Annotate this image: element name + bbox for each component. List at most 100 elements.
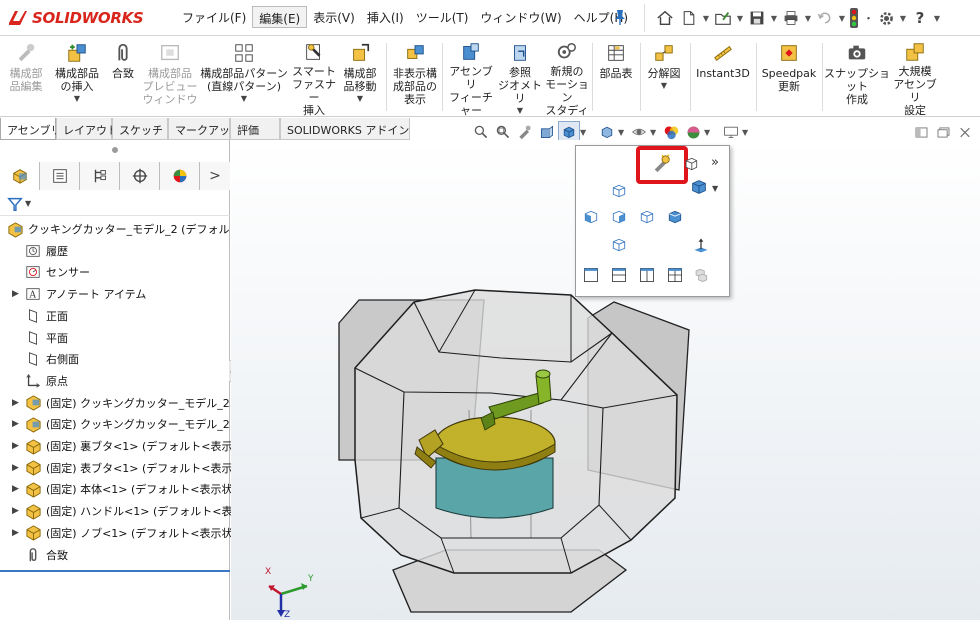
tree-node[interactable]: ▶ A アノテート アイテム: [12, 283, 146, 305]
expand-arrow-icon[interactable]: ▶: [12, 506, 24, 516]
menu-tools[interactable]: ツール(T): [410, 6, 475, 28]
two-view-vertical-icon[interactable]: [636, 264, 658, 286]
filter-dropdown-icon[interactable]: ▼: [25, 199, 31, 208]
new-motion-study-button[interactable]: 新規の モーション スタディ: [544, 41, 590, 117]
rebuild-traffic-light-icon[interactable]: [849, 8, 859, 28]
property-manager-tab[interactable]: [40, 162, 80, 190]
view-back-icon[interactable]: [608, 206, 630, 228]
tab-assembly[interactable]: アセンブリ: [0, 118, 61, 140]
bom-button[interactable]: 部品表: [594, 41, 638, 115]
pin-menu-icon[interactable]: [612, 8, 628, 26]
link-views-icon[interactable]: [690, 264, 712, 286]
help-question-icon[interactable]: ?: [908, 6, 932, 30]
close-document-icon[interactable]: [954, 124, 976, 140]
instant3d-button[interactable]: Instant3D: [692, 41, 754, 115]
undo-icon[interactable]: [813, 6, 837, 30]
show-hidden-components-button[interactable]: 非表示構 成部品の 表示: [390, 41, 440, 115]
tree-node[interactable]: ▶ (固定) 本体<1> (デフォルト<表示状態: [12, 478, 244, 500]
expand-arrow-icon[interactable]: ▶: [12, 419, 24, 429]
two-view-horizontal-icon[interactable]: [608, 264, 630, 286]
tree-node[interactable]: 右側面: [12, 348, 79, 370]
view-trimetric-icon[interactable]: [688, 176, 710, 198]
hide-show-dropdown-icon[interactable]: ▼: [650, 128, 660, 137]
tree-node[interactable]: 正面: [12, 305, 68, 327]
expand-arrow-icon[interactable]: ▶: [12, 289, 24, 299]
options-gear-icon[interactable]: [874, 6, 898, 30]
new-dropdown-icon[interactable]: ▼: [701, 14, 711, 23]
trimetric-dropdown-icon[interactable]: ▼: [712, 184, 718, 193]
expand-arrow-icon[interactable]: ▶: [12, 528, 24, 538]
tab-layout[interactable]: レイアウト: [56, 118, 118, 140]
expand-arrow-icon[interactable]: ▶: [12, 398, 24, 408]
view-right-icon[interactable]: [664, 206, 686, 228]
new-view-cube-icon[interactable]: [680, 153, 702, 175]
solidworks-logo[interactable]: SOLIDWORKS: [6, 4, 156, 32]
pane-splitter-handle[interactable]: [0, 140, 230, 160]
help-dropdown-icon[interactable]: ▼: [932, 14, 942, 23]
menu-edit[interactable]: 編集(E): [252, 6, 308, 28]
edit-component-button[interactable]: 構成部 品編集: [4, 41, 48, 115]
tree-node[interactable]: センサー: [12, 261, 90, 283]
tree-node[interactable]: 合致: [12, 544, 68, 566]
feature-manager-tab[interactable]: [0, 162, 40, 190]
tab-solidworks-addins[interactable]: SOLIDWORKS アドイン: [280, 118, 410, 140]
reference-geometry-dropdown-icon[interactable]: ▼: [517, 106, 523, 115]
options-dropdown-icon[interactable]: ▼: [898, 14, 908, 23]
more-tabs-chevron-icon[interactable]: >: [200, 162, 230, 190]
move-component-dropdown-icon[interactable]: ▼: [357, 94, 363, 103]
tab-evaluate[interactable]: 評価: [230, 118, 280, 140]
smart-fasteners-button[interactable]: スマート ファスナー 挿入: [292, 41, 336, 117]
flyout-more-icon[interactable]: »: [704, 151, 726, 173]
menu-window[interactable]: ウィンドウ(W): [474, 6, 567, 28]
tree-node[interactable]: ▶ (固定) ノブ<1> (デフォルト<表示状態-: [12, 522, 248, 544]
menu-view[interactable]: 表示(V): [307, 6, 361, 28]
save-icon[interactable]: [745, 6, 769, 30]
mate-button[interactable]: 合致: [106, 41, 140, 115]
move-component-button[interactable]: 構成部 品移動 ▼: [338, 41, 382, 115]
new-document-icon[interactable]: [677, 6, 701, 30]
home-icon[interactable]: [653, 6, 677, 30]
component-preview-button[interactable]: 構成部品 プレビュー ウィンドウ: [142, 41, 198, 115]
expand-arrow-icon[interactable]: ▶: [12, 441, 24, 451]
tree-node[interactable]: 履歴: [12, 240, 68, 262]
insert-components-button[interactable]: 構成部品 の挿入 ▼: [50, 41, 104, 115]
insert-components-dropdown-icon[interactable]: ▼: [74, 94, 80, 103]
open-dropdown-icon[interactable]: ▼: [735, 14, 745, 23]
menu-insert[interactable]: 挿入(I): [361, 6, 410, 28]
snapshot-button[interactable]: スナップショット 作成: [824, 41, 890, 115]
tile-window-icon[interactable]: [910, 124, 932, 140]
view-isometric-icon[interactable]: [608, 180, 630, 202]
user-indicator[interactable]: ・: [863, 10, 874, 26]
filter-funnel-icon[interactable]: [6, 195, 24, 213]
tree-node[interactable]: ▶ (固定) クッキングカッター_モデル_2.sldd: [12, 413, 256, 435]
tree-node[interactable]: 平面: [12, 327, 68, 349]
linear-pattern-dropdown-icon[interactable]: ▼: [241, 94, 247, 103]
print-icon[interactable]: [779, 6, 803, 30]
exploded-view-dropdown-icon[interactable]: ▼: [661, 81, 667, 90]
expand-arrow-icon[interactable]: ▶: [12, 463, 24, 473]
scene-dropdown-icon[interactable]: ▼: [704, 128, 714, 137]
open-folder-icon[interactable]: [711, 6, 735, 30]
view-front-icon[interactable]: [580, 206, 602, 228]
display-style-dropdown-icon[interactable]: ▼: [618, 128, 628, 137]
tree-node[interactable]: ▶ (固定) 裏ブタ<1> (デフォルト<表示状態: [12, 435, 255, 457]
large-assembly-button[interactable]: 大規模 アセンブリ 設定: [892, 41, 938, 117]
tree-node[interactable]: ▶ (固定) 表ブタ<1> (デフォルト<表示状態: [12, 457, 255, 479]
view-top-icon[interactable]: [608, 234, 630, 256]
menu-file[interactable]: ファイル(F): [176, 6, 252, 28]
single-view-icon[interactable]: [580, 264, 602, 286]
undo-dropdown-icon[interactable]: ▼: [837, 14, 847, 23]
view-orientation-dropdown-icon[interactable]: ▼: [580, 128, 590, 137]
expand-arrow-icon[interactable]: ▶: [12, 484, 24, 494]
configuration-manager-tab[interactable]: [80, 162, 120, 190]
tab-markup[interactable]: マークアップ: [168, 118, 241, 140]
view-left-icon[interactable]: [636, 206, 658, 228]
normal-to-icon[interactable]: [690, 234, 712, 256]
tree-node[interactable]: 原点: [12, 370, 68, 392]
exploded-view-button[interactable]: 分解図 ▼: [642, 41, 686, 115]
save-dropdown-icon[interactable]: ▼: [769, 14, 779, 23]
four-view-icon[interactable]: [664, 264, 686, 286]
display-manager-tab[interactable]: [160, 162, 200, 190]
speedpak-update-button[interactable]: Speedpak 更新: [758, 41, 820, 115]
tree-node[interactable]: ▶ (固定) ハンドル<1> (デフォルト<表示状: [12, 500, 255, 522]
